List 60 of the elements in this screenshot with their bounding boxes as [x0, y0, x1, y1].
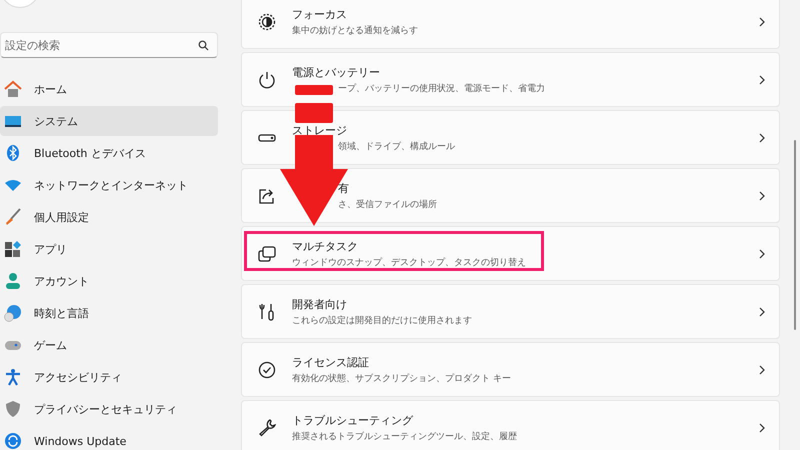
- nav-item[interactable]: システム: [0, 106, 218, 136]
- nav-item[interactable]: ネットワークとインターネット: [0, 170, 218, 200]
- settings-card[interactable]: トラブルシューティング 推奨されるトラブルシューティングツール、設定、履歴: [241, 400, 780, 450]
- chevron-icon: [759, 74, 765, 84]
- card-title: トラブルシューティング: [292, 412, 413, 428]
- search-icon: [198, 40, 209, 51]
- settings-card[interactable]: ライセンス認証 有効化の状態、サブスクリプション、プロダクト キー: [241, 342, 780, 397]
- nav-item[interactable]: プライバシーとセキュリティ: [0, 394, 218, 424]
- chevron-icon: [759, 248, 765, 258]
- nav-item[interactable]: ゲーム: [0, 330, 218, 360]
- nav-item[interactable]: アプリ: [0, 234, 218, 264]
- card-subtitle: ウィンドウのスナップ、デスクトップ、タスクの切り替え: [292, 256, 526, 268]
- card-title: ストレージ: [292, 122, 347, 138]
- settings-card[interactable]: マルチタスク ウィンドウのスナップ、デスクトップ、タスクの切り替え: [241, 226, 780, 281]
- card-subtitle: 集中の妨げとなる通知を減らす: [292, 24, 418, 36]
- license-icon: [258, 360, 276, 378]
- settings-card[interactable]: ストレージ 領域、ドライブ、構成ルール: [241, 110, 780, 165]
- chevron-icon: [759, 422, 765, 432]
- dev-icon: [258, 302, 276, 320]
- chevron-icon: [759, 306, 765, 316]
- card-subtitle: 有効化の状態、サブスクリプション、プロダクト キー: [292, 372, 511, 384]
- chevron-icon: [759, 364, 765, 374]
- nav-item[interactable]: Bluetooth とデバイス: [0, 138, 218, 168]
- shield-icon: [4, 400, 22, 418]
- nav-item[interactable]: 個人用設定: [0, 202, 218, 232]
- chevron-icon: [759, 190, 765, 200]
- bluetooth-icon: [4, 144, 22, 162]
- card-title: ライセンス認証: [292, 354, 369, 370]
- access-icon: [4, 368, 22, 386]
- wrench-icon: [258, 418, 276, 436]
- nav-item[interactable]: アクセシビリティ: [0, 362, 218, 392]
- brush-icon: [4, 208, 22, 226]
- share-icon: [258, 186, 276, 204]
- card-title: 有: [338, 180, 349, 196]
- card-subtitle: 推奨されるトラブルシューティングツール、設定、履歴: [292, 430, 517, 442]
- home-icon: [4, 80, 22, 98]
- card-subtitle: さ、受信ファイルの場所: [338, 198, 437, 210]
- card-title: フォーカス: [292, 6, 347, 22]
- nav-item[interactable]: アカウント: [0, 266, 218, 296]
- chevron-icon: [759, 132, 765, 142]
- settings-card[interactable]: 電源とバッテリー ープ、バッテリーの使用状況、電源モード、省電力: [241, 52, 780, 107]
- multitask-icon: [258, 244, 276, 262]
- account-icon: [4, 272, 22, 290]
- card-title: 開発者向け: [292, 296, 347, 312]
- settings-card[interactable]: 開発者向け これらの設定は開発目的だけに使用されます: [241, 284, 780, 339]
- settings-card[interactable]: 有 さ、受信ファイルの場所: [241, 168, 780, 223]
- nav-item[interactable]: ホーム: [0, 74, 218, 104]
- card-subtitle: 領域、ドライブ、構成ルール: [338, 140, 455, 152]
- apps-icon: [4, 240, 22, 258]
- focus-icon: [258, 12, 276, 30]
- card-title: マルチタスク: [292, 238, 358, 254]
- chevron-icon: [759, 16, 765, 26]
- card-subtitle: ープ、バッテリーの使用状況、電源モード、省電力: [338, 82, 545, 94]
- card-subtitle: これらの設定は開発目的だけに使用されます: [292, 314, 472, 326]
- settings-card[interactable]: フォーカス 集中の妨げとなる通知を減らす: [241, 0, 780, 49]
- nav-item[interactable]: 時刻と言語: [0, 298, 218, 328]
- card-title: 電源とバッテリー: [292, 64, 380, 80]
- nav-item[interactable]: Windows Update: [0, 426, 218, 450]
- power-icon: [258, 70, 276, 88]
- search-field[interactable]: 設定の検索: [0, 32, 218, 58]
